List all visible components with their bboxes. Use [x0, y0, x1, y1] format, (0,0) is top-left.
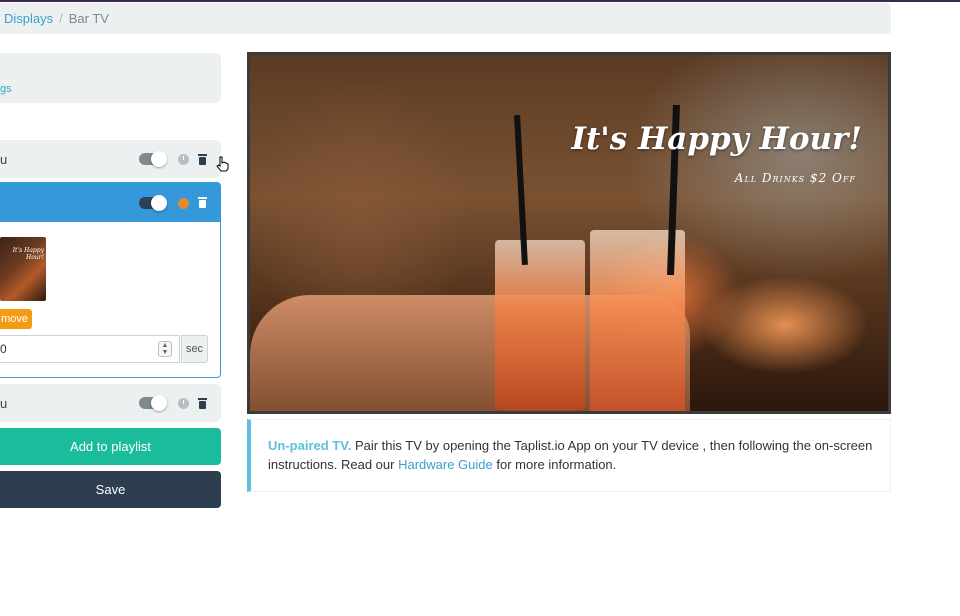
schedule-clock-icon[interactable] [178, 398, 189, 409]
top-accent-line [0, 0, 960, 2]
save-button[interactable]: Save [0, 471, 221, 508]
delete-trash-icon[interactable] [198, 197, 207, 208]
breadcrumb-displays-link[interactable]: Displays [4, 11, 53, 26]
delete-trash-icon[interactable] [198, 154, 207, 165]
duration-spinner[interactable]: ▲ ▼ [158, 341, 172, 357]
duration-unit: sec [181, 335, 208, 363]
playlist-item-details: It's Happy Hour! move 0 ▲ ▼ sec [0, 222, 221, 378]
notice-title: Un-paired TV. [268, 438, 352, 453]
breadcrumb-current: Bar TV [68, 11, 109, 26]
hardware-guide-link[interactable]: Hardware Guide [398, 457, 493, 472]
playlist-item-active[interactable] [0, 182, 221, 222]
unpaired-notice: Un-paired TV. Pair this TV by opening th… [247, 419, 891, 492]
playlist-item-name: u [0, 152, 8, 167]
playlist-item[interactable]: u [0, 140, 221, 178]
slide-thumbnail[interactable]: It's Happy Hour! [0, 237, 46, 301]
enable-toggle[interactable] [139, 151, 167, 167]
playlist-item[interactable]: u [0, 384, 221, 422]
enable-toggle[interactable] [139, 195, 167, 211]
preview-headline: It's Happy Hour! [571, 121, 862, 157]
duration-input[interactable]: 0 [0, 335, 180, 363]
add-to-playlist-button[interactable]: Add to playlist [0, 428, 221, 465]
enable-toggle[interactable] [139, 395, 167, 411]
display-settings-panel: gs [0, 53, 221, 103]
schedule-clock-icon[interactable] [178, 154, 189, 165]
remove-button[interactable]: move [0, 309, 32, 329]
breadcrumb: Displays / Bar TV [0, 3, 891, 34]
preview-glass [495, 240, 585, 410]
schedule-clock-icon[interactable] [178, 198, 189, 209]
thumbnail-text: It's Happy Hour! [12, 247, 44, 261]
breadcrumb-separator: / [59, 11, 63, 26]
delete-trash-icon[interactable] [198, 398, 207, 409]
display-preview: It's Happy Hour! All Drinks $2 Off [247, 52, 891, 414]
playlist-item-name: u [0, 396, 8, 411]
notice-text-end: for more information. [492, 457, 617, 472]
pointer-hand-icon [216, 156, 229, 172]
settings-link[interactable]: gs [0, 83, 12, 95]
preview-subline: All Drinks $2 Off [734, 171, 856, 185]
